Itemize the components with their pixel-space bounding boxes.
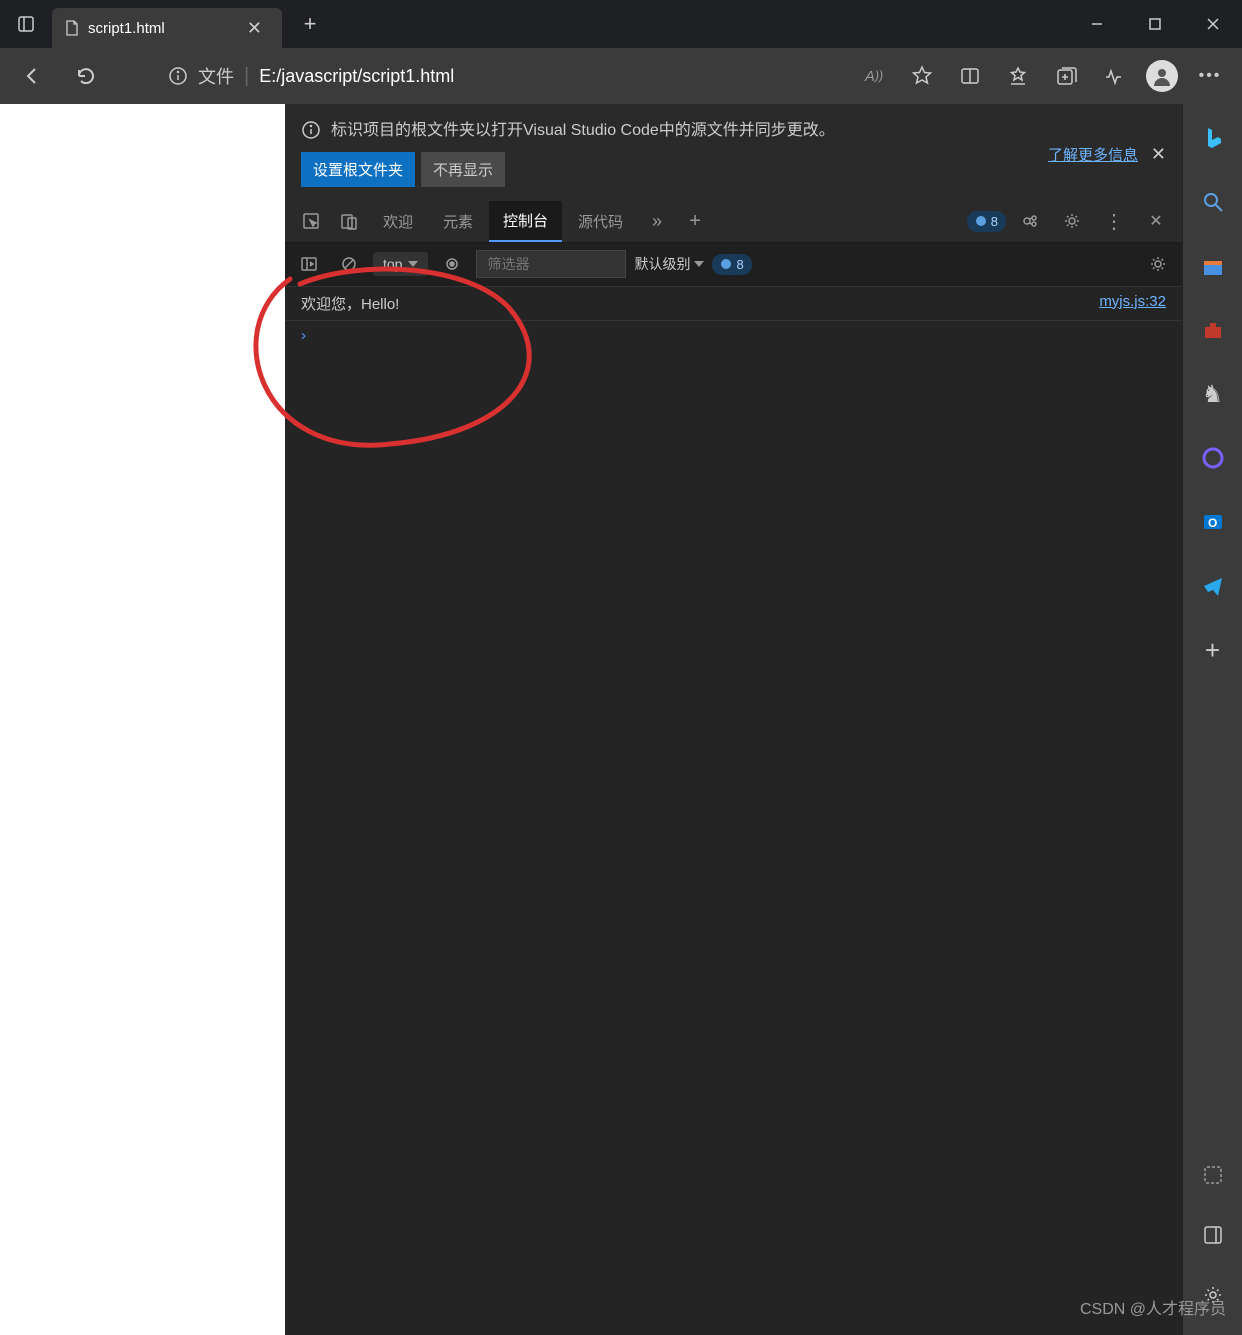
split-screen-button[interactable]	[948, 56, 992, 96]
tab-welcome[interactable]: 欢迎	[369, 202, 427, 241]
collections-button[interactable]	[1044, 56, 1088, 96]
address-url: E:/javascript/script1.html	[259, 66, 454, 87]
tab-manager-button[interactable]	[0, 0, 52, 48]
shopping-button[interactable]	[1193, 246, 1233, 286]
feedback-button[interactable]	[1012, 203, 1048, 239]
learn-more-link[interactable]: 了解更多信息	[1048, 144, 1138, 165]
clear-console-button[interactable]	[333, 248, 365, 280]
device-emulation-button[interactable]	[331, 203, 367, 239]
tools-button[interactable]	[1193, 310, 1233, 350]
browser-sidebar: ♞ O +	[1182, 104, 1242, 1335]
info-close-button[interactable]: ✕	[1151, 144, 1166, 165]
devtools-panel: 标识项目的根文件夹以打开Visual Studio Code中的源文件并同步更改…	[285, 104, 1182, 1335]
tab-sources[interactable]: 源代码	[564, 202, 637, 241]
new-tab-button[interactable]: +	[290, 11, 330, 37]
read-aloud-button[interactable]: A))	[852, 56, 896, 96]
issues-badge[interactable]: 8	[967, 211, 1006, 232]
devtools-tabs: 欢迎 元素 控制台 源代码 » + 8 ⋮ ✕	[285, 201, 1182, 243]
bing-chat-button[interactable]	[1193, 118, 1233, 158]
telegram-button[interactable]	[1193, 566, 1233, 606]
filter-input[interactable]	[476, 250, 626, 278]
tab-title: script1.html	[88, 20, 165, 37]
favorites-list-button[interactable]	[996, 56, 1040, 96]
file-icon	[64, 20, 80, 36]
console-output[interactable]: 欢迎您，Hello! myjs.js:32 ›	[285, 287, 1182, 1335]
svg-text:O: O	[1208, 516, 1217, 530]
log-level-selector[interactable]: 默认级别	[634, 254, 704, 274]
console-message: 欢迎您，Hello!	[301, 293, 1099, 314]
address-bar[interactable]: 文件 | E:/javascript/script1.html	[158, 54, 464, 98]
watermark: CSDN @人才程序员	[1080, 1295, 1226, 1319]
devtools-settings-button[interactable]	[1054, 203, 1090, 239]
info-icon	[301, 120, 321, 140]
maximize-button[interactable]	[1126, 4, 1184, 44]
console-prompt[interactable]: ›	[285, 321, 1182, 350]
page-content	[0, 104, 285, 1335]
console-settings-button[interactable]	[1142, 248, 1174, 280]
info-message: 标识项目的根文件夹以打开Visual Studio Code中的源文件并同步更改…	[331, 118, 1166, 144]
inspect-element-button[interactable]	[293, 203, 329, 239]
address-prefix: 文件	[198, 63, 234, 89]
more-tabs-button[interactable]: »	[639, 203, 675, 239]
info-icon	[168, 66, 188, 86]
performance-button[interactable]	[1092, 56, 1136, 96]
search-sidebar-button[interactable]	[1193, 182, 1233, 222]
close-window-button[interactable]	[1184, 4, 1242, 44]
hide-sidebar-button[interactable]	[1193, 1215, 1233, 1255]
dismiss-button[interactable]: 不再显示	[421, 152, 505, 187]
refresh-button[interactable]	[64, 56, 108, 96]
games-button[interactable]: ♞	[1193, 374, 1233, 414]
chevron-down-icon	[694, 261, 704, 267]
console-source-link[interactable]: myjs.js:32	[1099, 293, 1166, 314]
back-button[interactable]	[10, 56, 54, 96]
tab-elements[interactable]: 元素	[429, 202, 487, 241]
profile-button[interactable]	[1140, 56, 1184, 96]
devtools-info-bar: 标识项目的根文件夹以打开Visual Studio Code中的源文件并同步更改…	[285, 104, 1182, 201]
browser-toolbar: 文件 | E:/javascript/script1.html A)) •••	[0, 48, 1242, 104]
window-controls	[1068, 4, 1242, 44]
chevron-down-icon	[408, 261, 418, 267]
screenshot-button[interactable]	[1193, 1155, 1233, 1195]
browser-tab[interactable]: script1.html ✕	[52, 8, 282, 48]
tab-close-button[interactable]: ✕	[239, 14, 270, 43]
minimize-button[interactable]	[1068, 4, 1126, 44]
context-selector[interactable]: top	[373, 252, 428, 276]
toggle-sidebar-button[interactable]	[293, 248, 325, 280]
devtools-close-button[interactable]: ✕	[1138, 203, 1174, 239]
console-log-row: 欢迎您，Hello! myjs.js:32	[285, 287, 1182, 321]
add-tab-button[interactable]: +	[677, 203, 713, 239]
window-titlebar: script1.html ✕ +	[0, 0, 1242, 48]
console-toolbar: top 默认级别 8	[285, 243, 1182, 287]
favorite-button[interactable]	[900, 56, 944, 96]
outlook-button[interactable]: O	[1193, 502, 1233, 542]
devtools-menu-button[interactable]: ⋮	[1096, 203, 1132, 239]
set-root-folder-button[interactable]: 设置根文件夹	[301, 152, 415, 187]
issues-count-badge[interactable]: 8	[712, 254, 751, 275]
more-button[interactable]: •••	[1188, 56, 1232, 96]
add-sidebar-button[interactable]: +	[1193, 630, 1233, 670]
tab-console[interactable]: 控制台	[489, 201, 562, 242]
office-button[interactable]	[1193, 438, 1233, 478]
live-expression-button[interactable]	[436, 248, 468, 280]
